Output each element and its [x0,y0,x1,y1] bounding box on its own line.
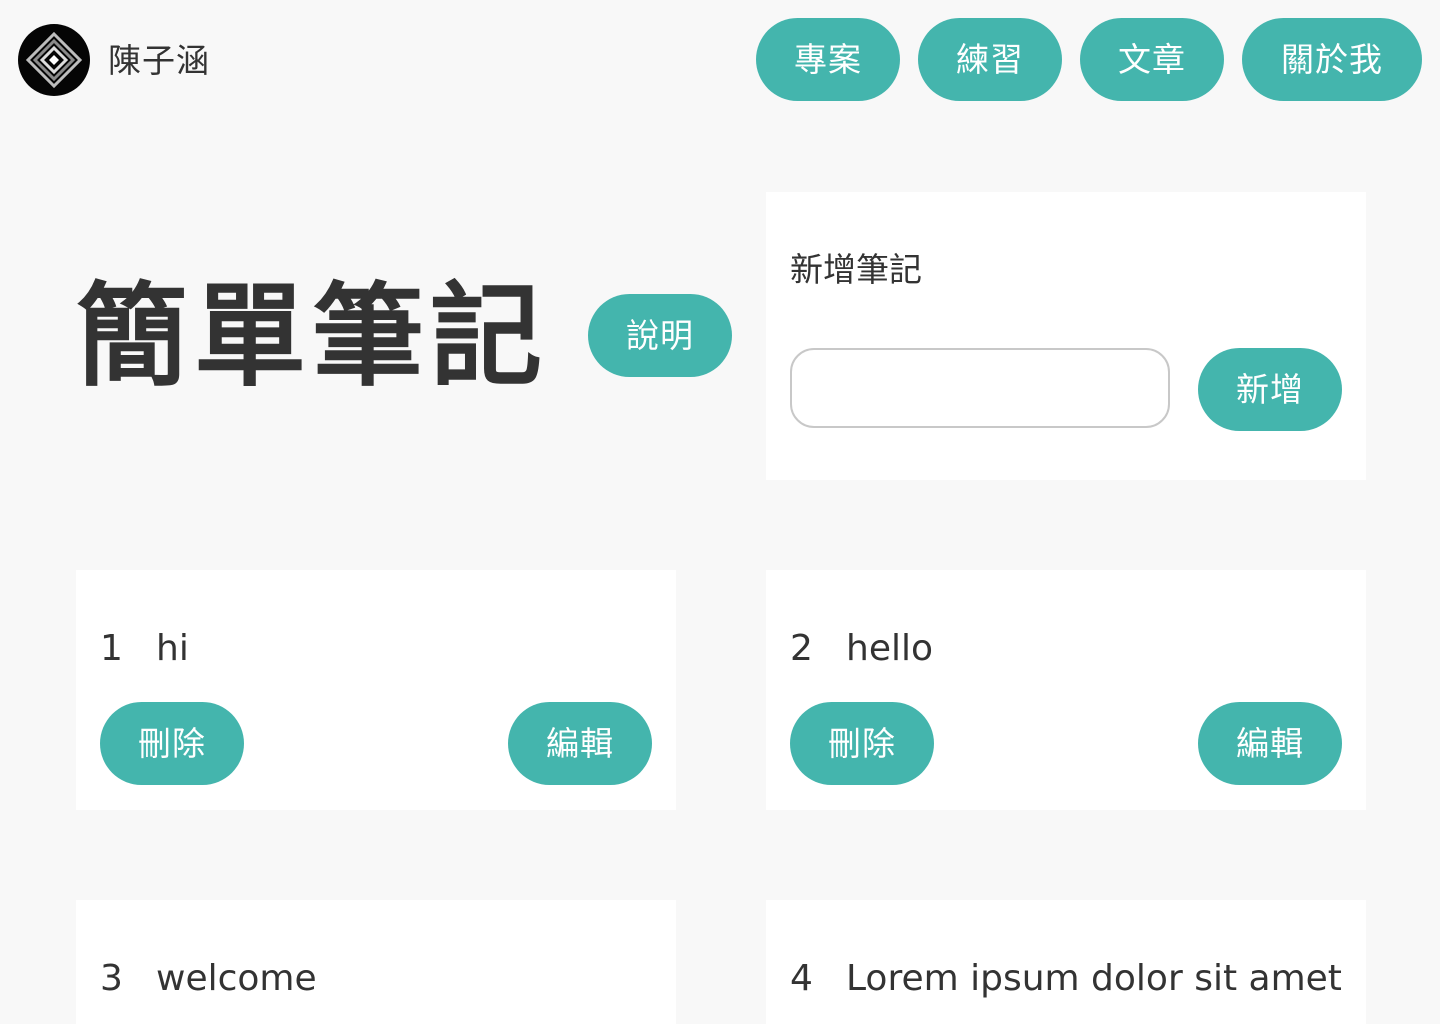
edit-note-button[interactable]: 編輯 [1198,702,1342,785]
note-number: 1 [100,628,123,669]
note-text: welcome [156,958,317,999]
delete-note-button[interactable]: 刪除 [100,702,244,785]
note-card: 3 welcome [76,900,676,1024]
page-title: 簡單筆記 [76,272,548,402]
site-name[interactable]: 陳子涵 [108,38,210,84]
nav-projects-button[interactable]: 專案 [756,18,900,101]
note-text: Lorem ipsum dolor sit amet [846,958,1342,999]
delete-note-button[interactable]: 刪除 [790,702,934,785]
nav-about-button[interactable]: 關於我 [1242,18,1422,101]
note-card: 1 hi 刪除 編輯 [76,570,676,810]
note-card: 2 hello 刪除 編輯 [766,570,1366,810]
add-note-button[interactable]: 新增 [1198,348,1342,431]
add-note-card: 新增筆記 新增 [766,192,1366,480]
note-card: 4 Lorem ipsum dolor sit amet [766,900,1366,1024]
diamond-logo-icon [25,31,83,89]
note-number: 4 [790,958,813,999]
note-text: hello [846,628,933,669]
edit-note-button[interactable]: 編輯 [508,702,652,785]
nav-practice-button[interactable]: 練習 [918,18,1062,101]
nav-articles-button[interactable]: 文章 [1080,18,1224,101]
note-number: 2 [790,628,813,669]
note-number: 3 [100,958,123,999]
note-input[interactable] [790,348,1170,428]
diamond-logo[interactable] [18,24,90,96]
help-button[interactable]: 說明 [588,294,732,377]
add-note-title: 新增筆記 [790,250,922,289]
site-header: 陳子涵 專案 練習 文章 關於我 [0,0,1440,124]
note-text: hi [156,628,189,669]
